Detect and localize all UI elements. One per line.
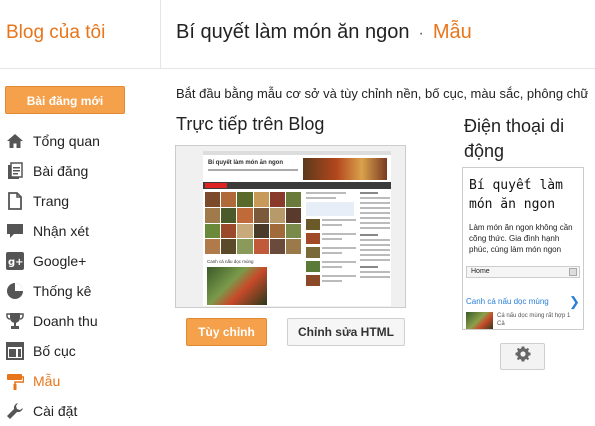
mobile-preview[interactable]: Bí quyết làm món ăn ngon Làm món ăn ngon… bbox=[462, 167, 584, 330]
preview-post-caption: Canh cá nấu dọc mùng bbox=[207, 259, 254, 264]
preview-page: Bí quyết làm món ăn ngon Canh cá nấu dọc… bbox=[203, 151, 391, 306]
live-blog-preview[interactable]: Bí quyết làm món ăn ngon Canh cá nấu dọc… bbox=[175, 145, 406, 308]
stats-icon bbox=[5, 281, 25, 301]
gear-icon bbox=[515, 346, 531, 367]
sidebar-item-posts[interactable]: Bài đăng bbox=[0, 156, 160, 186]
mobile-post-snippet: Cá nấu dọc mùng rất hợp 1 Cả bbox=[497, 313, 571, 327]
sidebar-item-pages[interactable]: Trang bbox=[0, 186, 160, 216]
title-separator: · bbox=[418, 25, 424, 42]
template-icon bbox=[5, 371, 25, 391]
mobile-heading: Điện thoại di động bbox=[464, 116, 565, 161]
sidebar-item-stats[interactable]: Thống kê bbox=[0, 276, 160, 306]
preview-photo-grid bbox=[205, 192, 301, 254]
mobile-post-photo bbox=[466, 312, 493, 329]
mobile-blog-description: Làm món ăn ngon không cần cõng thức. Gia… bbox=[469, 223, 573, 254]
customize-button[interactable]: Tùy chỉnh bbox=[186, 318, 267, 346]
layout-icon bbox=[5, 341, 25, 361]
sidebar-item-layout[interactable]: Bố cục bbox=[0, 336, 160, 366]
sidebar-item-comments[interactable]: Nhận xét bbox=[0, 216, 160, 246]
brand-title[interactable]: Blog của tôi bbox=[6, 22, 105, 44]
posts-icon bbox=[5, 161, 25, 181]
sidebar-item-google-plus[interactable]: g+ Google+ bbox=[0, 246, 160, 276]
sidebar-item-label: Mẫu bbox=[33, 373, 61, 389]
sidebar-item-overview[interactable]: Tổng quan bbox=[0, 126, 160, 156]
page-title: Bí quyết làm món ăn ngon · Mẫu bbox=[176, 21, 472, 44]
preview-navbar bbox=[203, 151, 391, 155]
sidebar-item-label: Tổng quan bbox=[33, 133, 100, 149]
edit-html-button[interactable]: Chỉnh sửa HTML bbox=[287, 318, 405, 346]
preview-menu-bar bbox=[203, 182, 391, 189]
header-divider-line bbox=[0, 68, 595, 69]
sidebar-nav: Tổng quan Bài đăng Trang Nhận xét g+ Goo… bbox=[0, 126, 160, 426]
preview-middle-column bbox=[306, 192, 356, 304]
sidebar-item-label: Nhận xét bbox=[33, 223, 90, 239]
current-section: Mẫu bbox=[432, 21, 472, 43]
mobile-menu-select: Home bbox=[466, 266, 580, 278]
trophy-icon bbox=[5, 311, 25, 331]
sidebar-item-label: Thống kê bbox=[33, 283, 92, 299]
sidebar-item-earnings[interactable]: Doanh thu bbox=[0, 306, 160, 336]
preview-banner-image bbox=[303, 158, 387, 180]
comments-icon bbox=[5, 221, 25, 241]
pages-icon bbox=[5, 191, 25, 211]
new-post-button[interactable]: Bài đăng mới bbox=[5, 86, 125, 114]
preview-blog-title: Bí quyết làm món ăn ngon bbox=[208, 160, 284, 166]
wrench-icon bbox=[5, 401, 25, 421]
preview-post-photo bbox=[207, 267, 267, 305]
google-plus-icon: g+ bbox=[5, 251, 25, 271]
sidebar-item-label: Doanh thu bbox=[33, 313, 98, 329]
mobile-menu-value: Home bbox=[471, 268, 490, 275]
live-on-blog-heading: Trực tiếp trên Blog bbox=[176, 114, 325, 134]
header-divider bbox=[160, 0, 161, 69]
blog-title[interactable]: Bí quyết làm món ăn ngon bbox=[176, 21, 409, 43]
sidebar-item-label: Google+ bbox=[33, 253, 87, 269]
chevron-right-icon: ❯ bbox=[569, 294, 580, 309]
preview-sidebar bbox=[360, 192, 390, 304]
mobile-blog-title: Bí quyết làm món ăn ngon bbox=[469, 178, 563, 212]
intro-text: Bắt đầu bằng mẫu cơ sở và tùy chỉnh nền,… bbox=[176, 86, 588, 101]
sidebar-item-label: Bố cục bbox=[33, 343, 76, 359]
mobile-settings-button[interactable] bbox=[500, 343, 545, 370]
chevron-down-icon bbox=[569, 268, 577, 276]
mobile-post-link: Canh cá nấu dọc mùng bbox=[466, 297, 549, 306]
svg-text:g+: g+ bbox=[8, 257, 24, 268]
sidebar-item-label: Bài đăng bbox=[33, 163, 89, 179]
sidebar-item-template[interactable]: Mẫu bbox=[0, 366, 160, 396]
home-icon bbox=[5, 131, 25, 151]
sidebar-item-settings[interactable]: Cài đặt bbox=[0, 396, 160, 426]
sidebar-item-label: Cài đặt bbox=[33, 403, 78, 419]
sidebar-item-label: Trang bbox=[33, 193, 70, 209]
preview-description-line bbox=[208, 169, 298, 171]
